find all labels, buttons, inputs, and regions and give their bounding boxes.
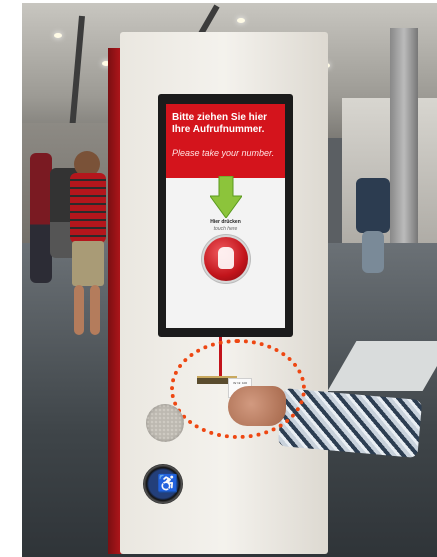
person xyxy=(362,231,384,273)
arrow-down-icon xyxy=(210,176,242,218)
ceiling-light xyxy=(237,18,245,23)
kiosk-screen[interactable]: Bitte ziehen Sie hier Ihre Aufrufnummer.… xyxy=(166,104,285,328)
person-torso xyxy=(70,173,106,243)
accessibility-button[interactable]: ♿ xyxy=(143,464,183,504)
pillar xyxy=(390,28,418,253)
screen-title: Bitte ziehen Sie hier Ihre Aufrufnummer. xyxy=(172,112,284,136)
ceiling-light xyxy=(54,33,62,38)
screen-subtitle: Please take your number. xyxy=(172,148,275,158)
speaker-grille xyxy=(146,404,184,442)
take-number-button[interactable] xyxy=(204,237,248,281)
press-here-label: Hier drücken xyxy=(210,219,241,225)
person-leg xyxy=(90,285,100,335)
person-shorts xyxy=(72,241,104,286)
person-leg xyxy=(74,285,84,335)
ticket-highlight-circle xyxy=(170,339,306,439)
screen-header: Bitte ziehen Sie hier Ihre Aufrufnummer.… xyxy=(166,104,285,178)
hand-icon xyxy=(218,247,234,269)
person xyxy=(356,178,390,233)
touch-here-label: touch here xyxy=(213,226,238,232)
wheelchair-icon: ♿ xyxy=(157,474,179,493)
person xyxy=(30,153,52,283)
screen-title-line2: Ihre Aufrufnummer. xyxy=(172,124,265,135)
screen-title-line1: Bitte ziehen Sie hier xyxy=(172,112,268,123)
